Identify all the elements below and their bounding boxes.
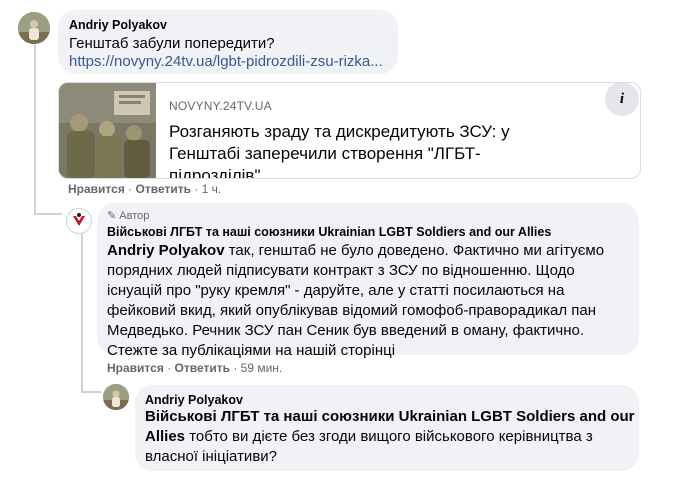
separator: ·	[233, 361, 238, 375]
like-button[interactable]: Нравится	[68, 182, 125, 196]
avatar[interactable]	[103, 384, 129, 410]
text-line: порядних людей підписувати контракт з ЗС…	[107, 262, 575, 279]
text-line: власної ініціативи?	[145, 448, 278, 465]
mention-link-cont[interactable]: Allies	[145, 428, 185, 445]
reply-button[interactable]: Ответить	[136, 182, 191, 196]
separator: ·	[167, 361, 172, 375]
link-preview-card[interactable]: NOVYNY.24TV.UA Розганяють зраду та дискр…	[58, 82, 641, 179]
author-badge-label: Автор	[119, 210, 150, 222]
reply-button[interactable]: Ответить	[175, 361, 230, 375]
text-line: так, генштаб не було доведено. Фактично …	[224, 242, 605, 259]
comment-author[interactable]: Військові ЛГБТ та наші союзники Ukrainia…	[107, 225, 551, 239]
timestamp[interactable]: 1 ч.	[202, 182, 222, 196]
separator: ·	[194, 182, 199, 196]
comment-bubble: Andriy Polyakov Генштаб забули попередит…	[58, 10, 398, 74]
thread-line	[34, 45, 36, 215]
pencil-icon: ✎	[107, 210, 117, 222]
thread-branch-nested	[81, 391, 101, 393]
author-badge: ✎ Автор	[107, 209, 149, 222]
preview-image	[59, 83, 156, 178]
preview-title[interactable]: Розганяють зраду та дискредитують ЗСУ: у…	[169, 121, 549, 178]
comment-text: Andriy Polyakov так, генштаб не було дов…	[107, 241, 635, 361]
info-icon[interactable]: i	[605, 83, 639, 116]
comment-link[interactable]: https://novyny.24tv.ua/lgbt-pidrozdili-z…	[69, 52, 383, 72]
comment-text: Генштаб забули попередити?	[69, 35, 275, 52]
text-line: фейковий вкид, який опублікував відомий …	[107, 302, 596, 319]
thread-branch	[34, 213, 62, 215]
preview-domain: NOVYNY.24TV.UA	[169, 99, 272, 113]
info-icon-glyph: i	[619, 91, 625, 107]
like-button[interactable]: Нравится	[107, 361, 164, 375]
mention-link[interactable]: Військові ЛГБТ та наші союзники Ukrainia…	[145, 407, 637, 427]
mention-link[interactable]: Andriy Polyakov	[107, 242, 225, 259]
text-line: Медведько. Речник ЗСУ пан Сеник був введ…	[107, 322, 585, 339]
comment-actions: Нравится · Ответить · 1 ч.	[68, 182, 221, 196]
reply-bubble: ✎ Автор Військові ЛГБТ та наші союзники …	[97, 203, 639, 359]
text-line: Стежте за публікаціями на нашій сторінці	[107, 342, 396, 359]
nested-reply-bubble: Andriy Polyakov Військові ЛГБТ та наші с…	[135, 385, 639, 471]
page-avatar[interactable]	[66, 208, 92, 234]
reply-actions: Нравится · Ответить · 59 мин.	[107, 361, 282, 375]
text-line: існуацій про "руку кремля" - даруйте, ал…	[107, 282, 565, 299]
text-line: тобто ви дієте без згоди вищого військов…	[185, 428, 593, 445]
thread-line-nested	[81, 233, 83, 393]
comment-text: Військові ЛГБТ та наші союзники Ukrainia…	[145, 407, 637, 467]
avatar[interactable]	[18, 12, 50, 44]
comment-author[interactable]: Andriy Polyakov	[145, 393, 243, 407]
timestamp[interactable]: 59 мин.	[241, 361, 283, 375]
comment-author[interactable]: Andriy Polyakov	[69, 18, 167, 32]
separator: ·	[128, 182, 133, 196]
